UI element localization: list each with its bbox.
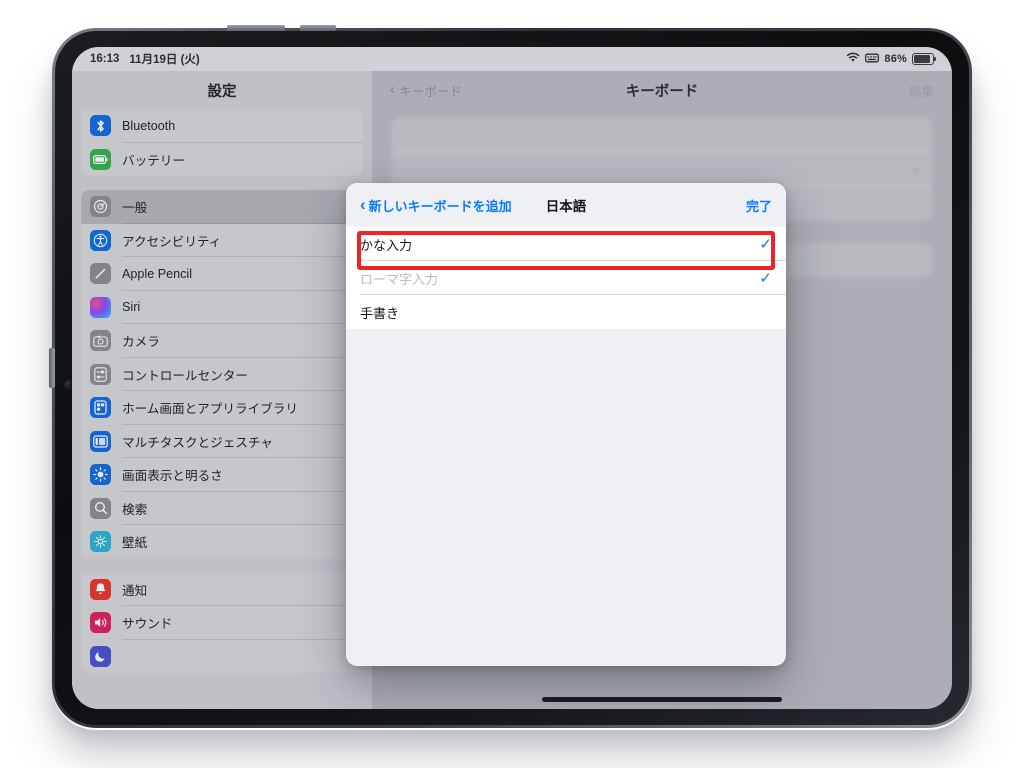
ipad-screen: 16:13 11月19日 (火) 86% 設定 Bluetooth バッテリー …: [72, 47, 952, 709]
list-item-label: ローマ字入力: [360, 271, 439, 287]
ipad-bezel: 16:13 11月19日 (火) 86% 設定 Bluetooth バッテリー …: [55, 31, 969, 725]
wifi-icon: [846, 52, 860, 66]
modal-back-button[interactable]: ‹ 新しいキーボードを追加: [360, 196, 512, 215]
chevron-left-icon: ‹: [360, 194, 366, 214]
battery-percent: 86%: [884, 53, 907, 65]
checkmark-icon: ✓: [759, 236, 772, 253]
modal-back-label: 新しいキーボードを追加: [368, 198, 512, 214]
checkmark-icon: ✓: [759, 270, 772, 287]
keyboard-layout-list: かな入力 ✓ ローマ字入力 ✓ 手書き: [346, 227, 786, 329]
list-item-romaji[interactable]: ローマ字入力 ✓: [346, 261, 786, 295]
front-camera-icon: [65, 381, 72, 388]
list-item-label: 手書き: [360, 305, 400, 321]
settings-split-view: 設定 Bluetooth バッテリー 一般 アクセシビリティ Apple Pen…: [72, 71, 952, 709]
add-keyboard-modal: ‹ 新しいキーボードを追加 日本語 完了 かな入力 ✓ ローマ字入力 ✓ 手書き: [346, 183, 786, 666]
list-item-handwriting[interactable]: 手書き: [346, 295, 786, 329]
keyboard-icon: [865, 53, 880, 66]
done-button[interactable]: 完了: [746, 196, 772, 215]
modal-nav-bar: ‹ 新しいキーボードを追加 日本語 完了: [346, 183, 786, 227]
ipad-device-frame: 16:13 11月19日 (火) 86% 設定 Bluetooth バッテリー …: [49, 25, 972, 728]
list-item-label: かな入力: [360, 237, 413, 253]
list-item-kana[interactable]: かな入力 ✓: [346, 227, 786, 261]
status-bar: 16:13 11月19日 (火) 86%: [72, 47, 952, 71]
status-time: 16:13: [90, 53, 120, 65]
screenshot-stage: 16:13 11月19日 (火) 86% 設定 Bluetooth バッテリー …: [0, 0, 1024, 768]
edit-button[interactable]: 編集: [909, 81, 934, 100]
battery-icon: [912, 53, 937, 65]
status-date: 11月19日 (火): [129, 54, 200, 66]
